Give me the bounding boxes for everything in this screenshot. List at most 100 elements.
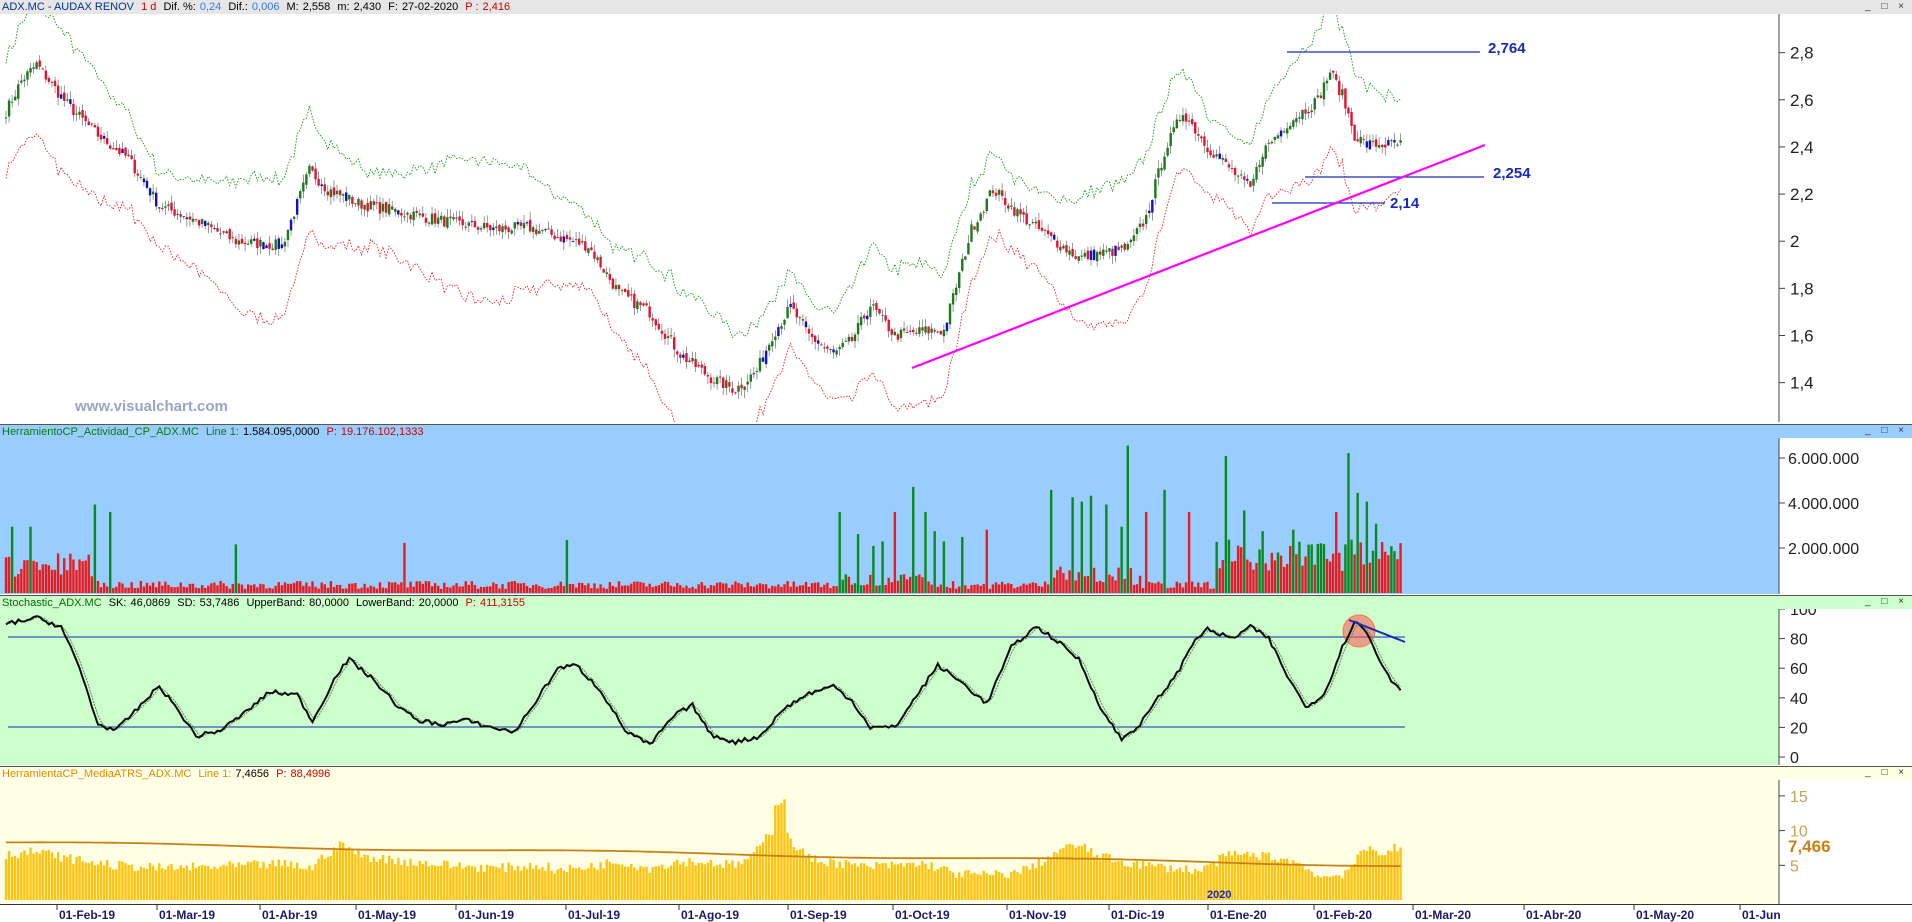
atr-bar (341, 842, 345, 900)
atr-bar (1095, 855, 1099, 900)
candle-body (510, 230, 513, 234)
atr-bar (1068, 843, 1071, 900)
candle-body (139, 176, 143, 178)
atr-bar (1034, 868, 1038, 900)
candle-body (605, 272, 608, 275)
atr-bar (875, 861, 878, 900)
candle-body (305, 174, 308, 185)
atr-bar (421, 863, 425, 900)
candle-body (1380, 144, 1384, 147)
volume-bar (801, 585, 805, 593)
candle-body (204, 220, 207, 226)
atr-bar (154, 870, 158, 900)
candle-body (1203, 136, 1206, 146)
volume-bar (878, 585, 881, 593)
volume-bar (1187, 511, 1191, 593)
volume-bar (994, 582, 998, 593)
atr-bar (357, 850, 360, 900)
atr-bar (142, 867, 146, 900)
volume-bar (1243, 510, 1246, 593)
volume-bar (1181, 587, 1185, 593)
candle-body (366, 202, 369, 212)
volume-bar (1126, 445, 1129, 593)
atr-bar (1117, 861, 1120, 900)
volume-bar (614, 587, 618, 593)
atr-bar (1175, 869, 1179, 900)
volume-bar (1132, 584, 1136, 593)
candle-body (1368, 140, 1372, 150)
volume-tick-label: 2.000.000 (1788, 541, 1859, 558)
candle-body (292, 216, 296, 219)
atr-bar (866, 865, 869, 900)
atr-bar (403, 859, 406, 900)
stochastic-chart[interactable]: 100 80 60 40 20 0 (0, 609, 1912, 765)
volume-bar (360, 587, 363, 593)
candle-body (973, 226, 976, 230)
volume-bar (547, 588, 550, 593)
candle-body (645, 303, 648, 306)
window-buttons-atr[interactable]: _ □ × (1865, 767, 1908, 779)
candle-body (642, 303, 645, 306)
atr-bar (164, 869, 167, 900)
atr-chart[interactable]: 2020 15105 7,466 (0, 780, 1912, 904)
window-buttons-price[interactable]: _ □ × (1865, 1, 1908, 13)
volume-bar (786, 581, 789, 593)
volume-bar (348, 583, 351, 593)
volume-bar (715, 582, 719, 593)
stoch-tick-label: 80 (1790, 632, 1808, 649)
atr-bar (498, 868, 501, 900)
volume-bar (158, 581, 161, 593)
volume-bar (1301, 565, 1304, 593)
atr-bar (884, 863, 887, 900)
volume-bar (1056, 570, 1059, 593)
watermark: www.visualchart.com (74, 398, 228, 415)
volume-bar (577, 582, 581, 593)
atr-bar (890, 861, 893, 900)
candle-body (277, 238, 280, 249)
volume-bar (574, 587, 578, 593)
atr-bar (35, 851, 38, 900)
candle-body (544, 229, 547, 231)
atr-bar (654, 866, 657, 900)
lb-value: 20,0000 (418, 597, 459, 609)
volume-chart[interactable]: 6.000.000 4.000.000 2.000.000 (0, 438, 1912, 594)
atr-bar (118, 860, 121, 900)
window-buttons-stoch[interactable]: _ □ × (1865, 596, 1908, 608)
stoch-p-label: P: (465, 597, 476, 609)
atr-bar (1089, 848, 1093, 900)
candle-body (734, 392, 737, 394)
volume-bar (728, 587, 731, 593)
atr-bar (397, 857, 400, 900)
atr-bar (1074, 847, 1077, 900)
window-buttons-volume[interactable]: _ □ × (1865, 425, 1908, 437)
date-label: F: (388, 1, 398, 13)
candle-body (498, 224, 501, 232)
candle-body (1175, 119, 1179, 129)
atr-bar (1353, 863, 1356, 900)
volume-bar (302, 585, 305, 593)
candle-body (1319, 95, 1323, 99)
atr-bar (130, 864, 133, 900)
price-tick-label: 2,6 (1790, 91, 1814, 110)
candle-body (1224, 158, 1228, 162)
atr-bar (571, 867, 575, 900)
atr-bar (976, 874, 979, 900)
volume-bar (1236, 545, 1240, 593)
candle-body (1230, 167, 1234, 169)
atr-bar (1335, 875, 1338, 900)
volume-bar (1239, 547, 1243, 593)
volume-bar (531, 585, 535, 593)
candle-body (268, 243, 271, 249)
candle-body (115, 148, 118, 151)
atr-bar (13, 855, 17, 900)
volume-bar (777, 584, 780, 593)
volume-bar (1003, 584, 1007, 593)
price-chart[interactable]: 2,764 2,254 2,14 www.visualchart.com 2,8… (0, 14, 1912, 422)
volume-bar (608, 582, 612, 593)
volume-bar (1221, 560, 1225, 593)
candle-body (1233, 168, 1237, 175)
candle-body (329, 189, 333, 198)
atr-bar (446, 860, 449, 900)
candle-body (565, 234, 569, 240)
volume-bar (1230, 561, 1234, 593)
